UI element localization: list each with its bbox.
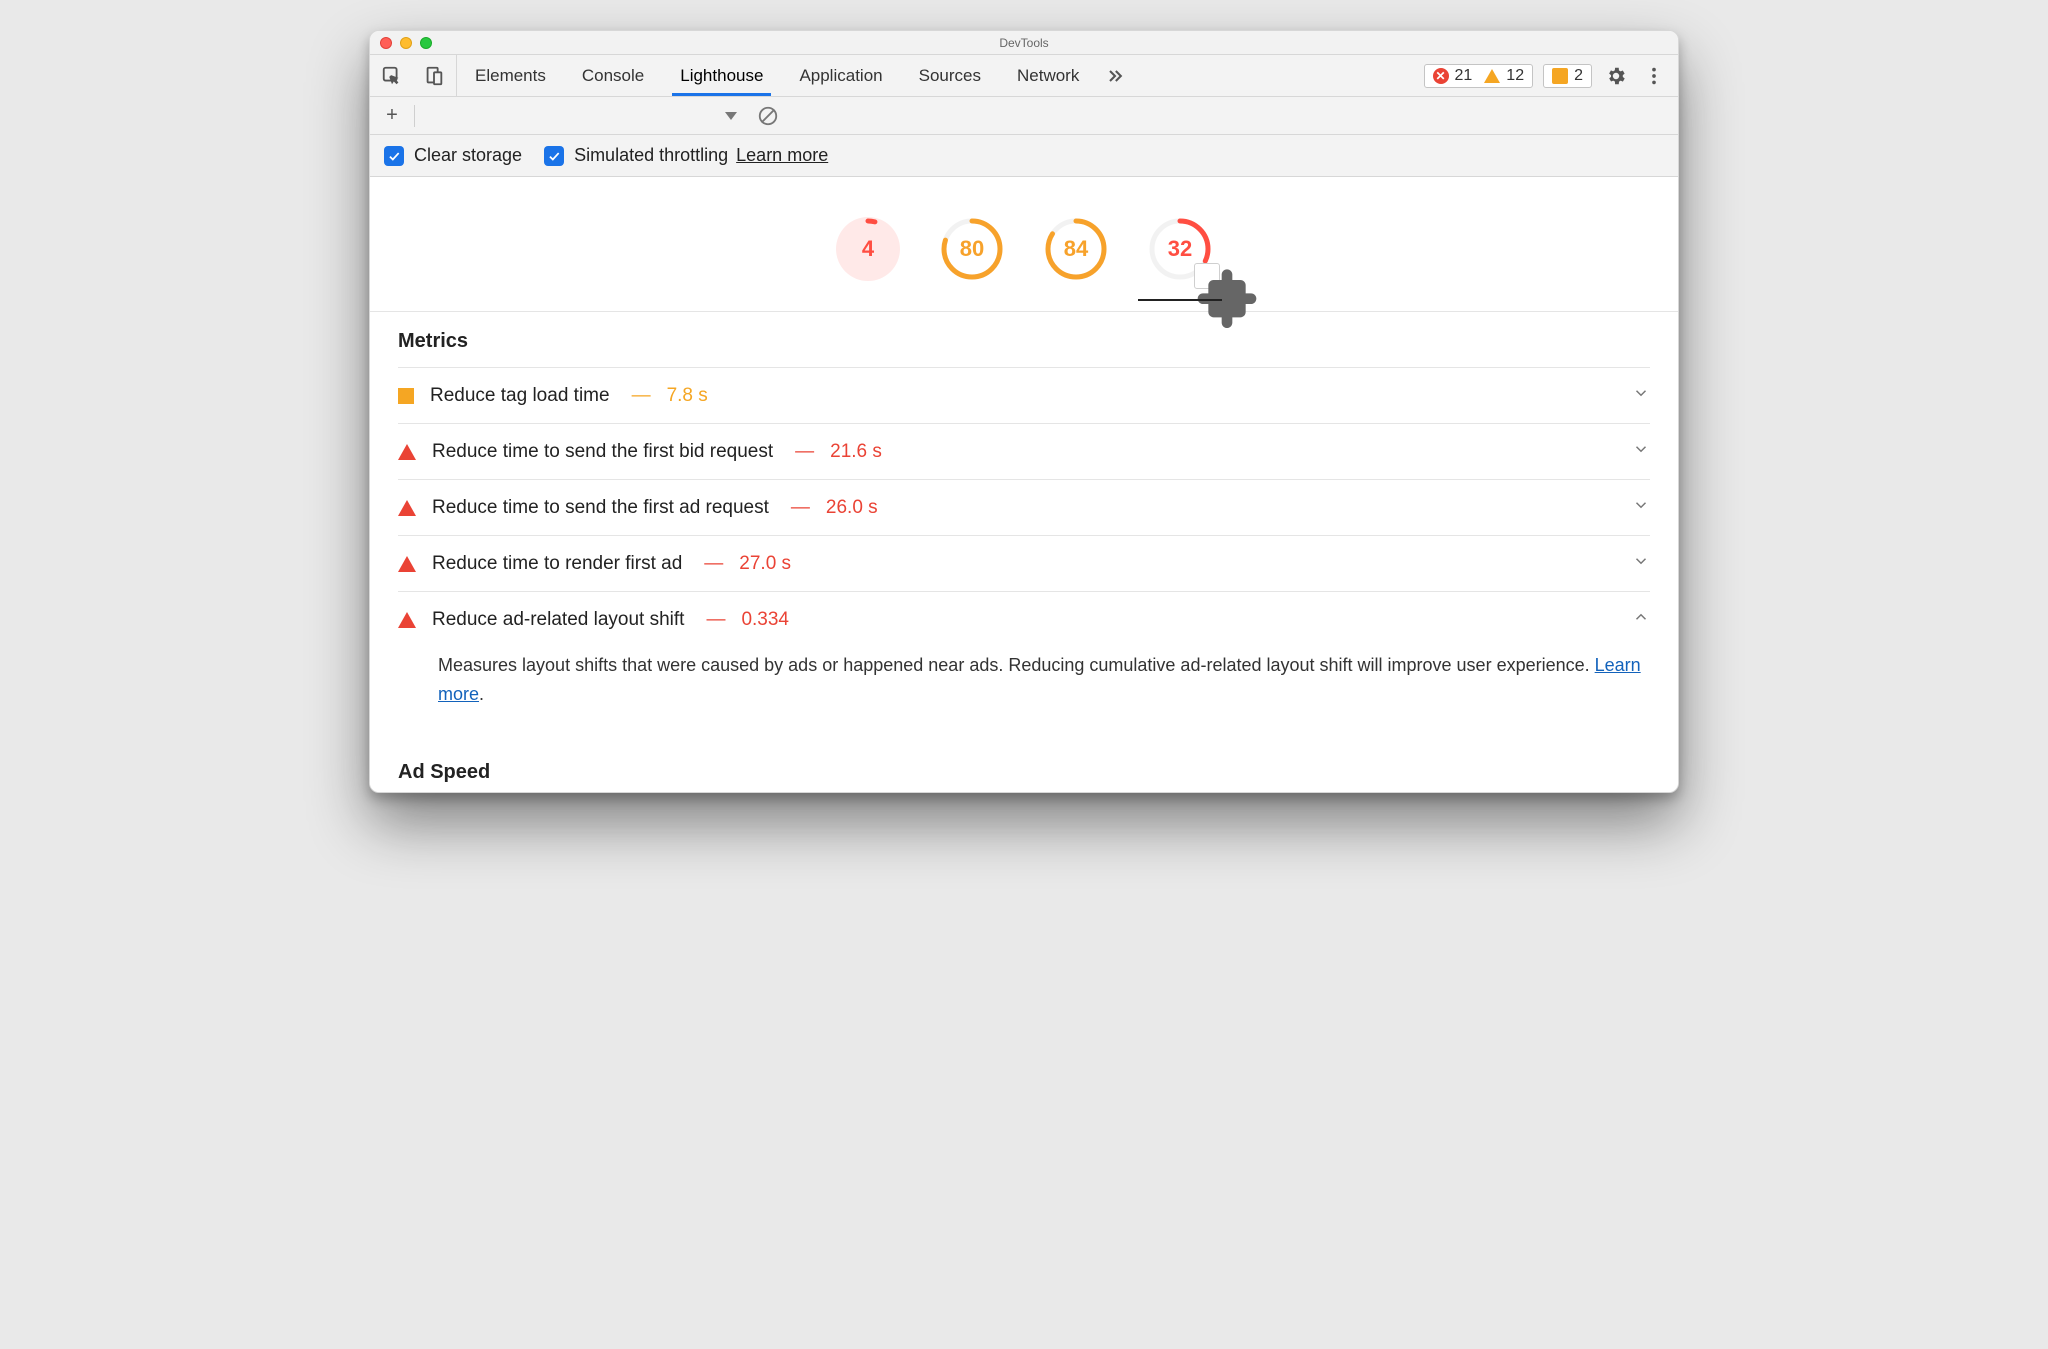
triangle-icon: [398, 444, 416, 460]
triangle-icon: [398, 612, 416, 628]
tab-network[interactable]: Network: [999, 55, 1097, 96]
report-selector-dropdown[interactable]: [725, 112, 737, 120]
more-tabs-icon[interactable]: [1097, 55, 1133, 96]
chevron-down-icon: [1632, 384, 1650, 407]
chevron-down-icon: [1632, 440, 1650, 463]
simulated-throttling-checkbox[interactable]: Simulated throttling: [544, 145, 728, 166]
clear-icon[interactable]: [757, 105, 779, 127]
audit-title: Reduce time to send the first ad request: [432, 497, 769, 519]
window-title: DevTools: [370, 36, 1678, 50]
chevron-down-icon: [1632, 496, 1650, 519]
audit-value: 21.6 s: [830, 441, 882, 463]
score-gauge-1[interactable]: 4: [836, 217, 900, 281]
lighthouse-options-bar: Clear storage Simulated throttling Learn…: [370, 135, 1678, 177]
audit-row[interactable]: Reduce ad-related layout shift —0.334: [398, 591, 1650, 647]
learn-more-link[interactable]: Learn more: [736, 145, 828, 166]
score-gauge-3[interactable]: 84: [1044, 217, 1108, 281]
score-gauge-4[interactable]: 32: [1148, 217, 1212, 281]
audit-value: 26.0 s: [826, 497, 878, 519]
settings-icon[interactable]: [1602, 62, 1630, 90]
issue-count: 2: [1574, 67, 1583, 85]
chevron-up-icon: [1632, 608, 1650, 631]
tab-console[interactable]: Console: [564, 55, 662, 96]
audit-row[interactable]: Reduce time to send the first bid reques…: [398, 423, 1650, 479]
inspect-element-icon[interactable]: [378, 62, 406, 90]
issue-icon: [1552, 68, 1568, 84]
warning-icon: [1484, 69, 1500, 83]
devtools-toolbar: ElementsConsoleLighthouseApplicationSour…: [370, 55, 1678, 97]
new-report-button[interactable]: +: [380, 104, 404, 127]
audit-row[interactable]: Reduce tag load time —7.8 s: [398, 367, 1650, 423]
tab-sources[interactable]: Sources: [901, 55, 999, 96]
audit-value: 7.8 s: [667, 385, 708, 407]
extension-icon: [1194, 263, 1220, 289]
audit-title: Reduce ad-related layout shift: [432, 609, 684, 631]
lighthouse-report: 4 80 84 32 Metrics Reduce tag load time —7.…: [370, 177, 1678, 792]
issues-pill[interactable]: 2: [1543, 64, 1592, 88]
minimize-window-button[interactable]: [400, 37, 412, 49]
audit-value: 27.0 s: [739, 553, 791, 575]
triangle-icon: [398, 500, 416, 516]
device-toggle-icon[interactable]: [420, 62, 448, 90]
error-icon: ✕: [1433, 68, 1449, 84]
triangle-icon: [398, 556, 416, 572]
audit-title: Reduce time to send the first bid reques…: [432, 441, 773, 463]
tab-elements[interactable]: Elements: [457, 55, 564, 96]
devtools-window: DevTools ElementsConsoleLighthouseApplic…: [369, 30, 1679, 793]
audit-title: Reduce time to render first ad: [432, 553, 682, 575]
tab-application[interactable]: Application: [781, 55, 900, 96]
panel-tabs: ElementsConsoleLighthouseApplicationSour…: [457, 55, 1097, 96]
audit-title: Reduce tag load time: [430, 385, 610, 407]
square-icon: [398, 388, 414, 404]
metrics-list: Reduce tag load time —7.8 s Reduce time t…: [370, 367, 1678, 731]
score-gauges: 4 80 84 32: [370, 217, 1678, 311]
score-gauge-2[interactable]: 80: [940, 217, 1004, 281]
mac-titlebar: DevTools: [370, 31, 1678, 55]
kebab-menu-icon[interactable]: [1640, 62, 1668, 90]
tab-lighthouse[interactable]: Lighthouse: [662, 55, 781, 96]
ad-speed-heading: Ad Speed: [370, 731, 1678, 792]
audit-value: 0.334: [741, 609, 789, 631]
chevron-down-icon: [1632, 552, 1650, 575]
warning-count: 12: [1506, 67, 1524, 85]
close-window-button[interactable]: [380, 37, 392, 49]
learn-more-link[interactable]: Learn more: [438, 655, 1641, 704]
audit-row[interactable]: Reduce time to render first ad —27.0 s: [398, 535, 1650, 591]
audit-row[interactable]: Reduce time to send the first ad request…: [398, 479, 1650, 535]
clear-storage-checkbox[interactable]: Clear storage: [384, 145, 522, 166]
maximize-window-button[interactable]: [420, 37, 432, 49]
lighthouse-sub-toolbar: +: [370, 97, 1678, 135]
error-count: 21: [1455, 67, 1473, 85]
console-errors-pill[interactable]: ✕ 21 12: [1424, 64, 1534, 88]
audit-description: Measures layout shifts that were caused …: [398, 647, 1650, 731]
metrics-heading: Metrics: [370, 311, 1678, 367]
